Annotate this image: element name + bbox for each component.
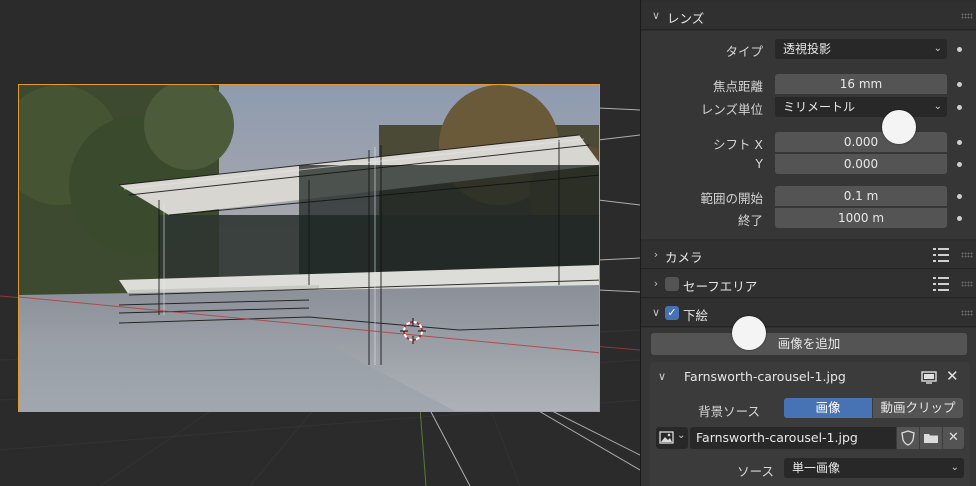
drag-grip-icon[interactable] <box>961 13 973 19</box>
chevron-down-icon: ∨ <box>651 9 661 22</box>
camera-section-header[interactable]: › カメラ <box>641 241 976 269</box>
chevron-down-icon: ⌄ <box>950 462 959 473</box>
section-title: 下絵 <box>683 308 709 323</box>
touch-pointer-indicator <box>732 316 766 350</box>
section-title: セーフエリア <box>683 279 758 294</box>
keyframe-dot[interactable] <box>957 47 962 52</box>
fake-user-shield-icon[interactable] <box>897 427 919 449</box>
folder-icon[interactable] <box>920 427 942 449</box>
drag-grip-icon[interactable] <box>961 252 973 258</box>
shift-x-label: シフト X <box>712 137 763 152</box>
camera-frame[interactable] <box>18 84 600 412</box>
background-source-label: 背景ソース <box>698 404 760 419</box>
chevron-down-icon: ⌄ <box>933 101 942 112</box>
image-name-field[interactable]: Farnsworth-carousel-1.jpg <box>690 427 896 449</box>
chevron-down-icon: ⌄ <box>677 430 686 441</box>
image-icon <box>659 431 674 444</box>
chevron-right-icon: › <box>653 277 659 290</box>
image-item-title: Farnsworth-carousel-1.jpg <box>684 369 846 384</box>
3d-cursor-icon[interactable] <box>400 318 426 344</box>
background-image-preview <box>19 85 599 411</box>
lens-unit-dropdown[interactable]: ミリメートル ⌄ <box>775 97 947 117</box>
background-image-item: ∨ Farnsworth-carousel-1.jpg ✕ 背景ソース 画像 動… <box>650 362 970 486</box>
type-label: タイプ <box>725 44 763 59</box>
keyframe-dot[interactable] <box>957 216 962 221</box>
keyframe-dot[interactable] <box>957 194 962 199</box>
drag-grip-icon[interactable] <box>961 281 973 287</box>
lens-section-header[interactable]: ∨ レンズ <box>641 2 976 30</box>
safe-areas-section-header[interactable]: › セーフエリア <box>641 270 976 298</box>
keyframe-dot[interactable] <box>957 140 962 145</box>
clip-start-label: 範囲の開始 <box>700 191 763 206</box>
lens-section-body: タイプ 透視投影 ⌄ 焦点距離 16 mm レンズ単位 ミリメートル ⌄ シフト… <box>641 31 976 239</box>
chevron-down-icon: ⌄ <box>933 43 942 54</box>
chevron-down-icon[interactable]: ∨ <box>658 370 666 383</box>
add-image-button[interactable]: 画像を追加 <box>651 333 967 355</box>
keyframe-dot[interactable] <box>957 105 962 110</box>
keyframe-dot[interactable] <box>957 162 962 167</box>
shift-y-label: Y <box>755 156 763 171</box>
image-browse-button[interactable]: ⌄ <box>656 427 688 449</box>
clip-end-field[interactable]: 1000 m <box>775 208 947 228</box>
keyframe-dot[interactable] <box>957 82 962 87</box>
section-title: カメラ <box>665 250 703 265</box>
shift-x-field[interactable]: 0.000 <box>775 132 947 152</box>
touch-pointer-indicator <box>882 110 916 144</box>
chevron-down-icon: ∨ <box>651 306 661 319</box>
safe-areas-checkbox[interactable] <box>665 277 679 291</box>
lens-unit-label: レンズ単位 <box>700 102 763 117</box>
monitor-icon[interactable] <box>921 371 937 384</box>
clip-end-label: 終了 <box>737 213 763 228</box>
section-title: レンズ <box>667 11 705 26</box>
3d-viewport[interactable] <box>0 0 640 486</box>
clip-start-field[interactable]: 0.1 m <box>775 186 947 206</box>
lens-unit-value: ミリメートル <box>783 100 856 114</box>
focal-length-field[interactable]: 16 mm <box>775 74 947 94</box>
close-icon[interactable]: ✕ <box>946 367 959 385</box>
focal-length-label: 焦点距離 <box>712 79 763 94</box>
close-icon[interactable]: ✕ <box>943 427 964 449</box>
drag-grip-icon[interactable] <box>961 310 973 316</box>
background-images-section-header[interactable]: ∨ ✓ 下絵 <box>641 299 976 327</box>
source-type-label: ソース <box>737 464 774 479</box>
list-icon[interactable] <box>933 248 949 262</box>
shift-y-field[interactable]: 0.000 <box>775 154 947 174</box>
source-type-dropdown[interactable]: 単一画像 ⌄ <box>784 458 964 478</box>
list-icon[interactable] <box>933 277 949 291</box>
background-images-checkbox[interactable]: ✓ <box>665 306 679 320</box>
source-movie-clip-option[interactable]: 動画クリップ <box>873 398 963 418</box>
source-image-option[interactable]: 画像 <box>784 398 872 418</box>
type-value: 透視投影 <box>783 42 832 56</box>
chevron-right-icon: › <box>653 248 659 261</box>
source-type-value: 単一画像 <box>792 461 841 475</box>
type-dropdown[interactable]: 透視投影 ⌄ <box>775 39 947 59</box>
